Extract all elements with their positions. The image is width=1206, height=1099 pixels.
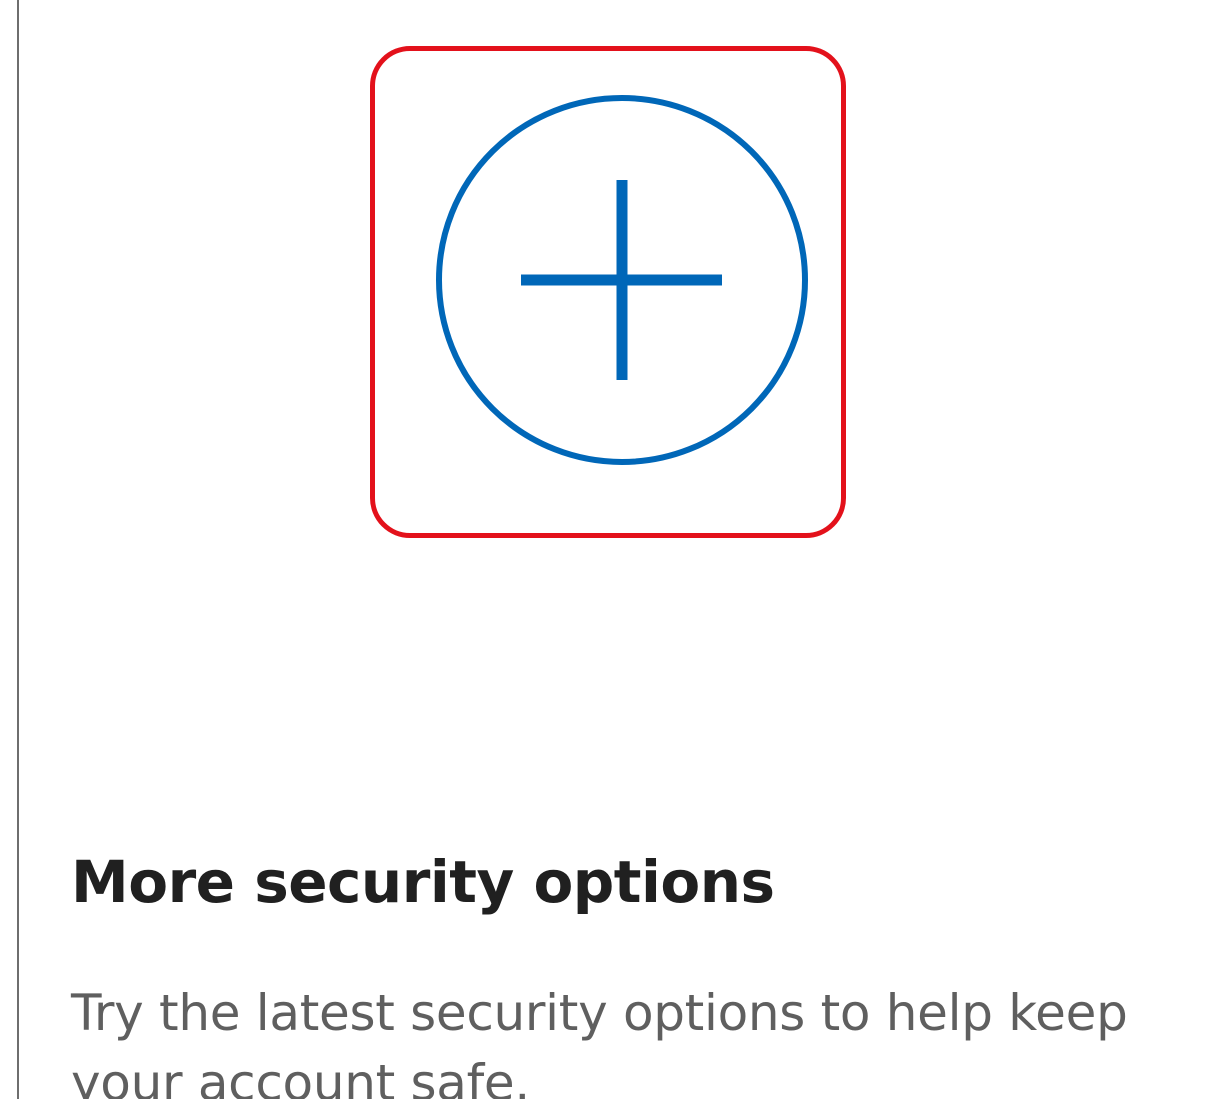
more-security-options-card[interactable]: More security options Try the latest sec… (19, 0, 1206, 1099)
add-circle-icon[interactable] (429, 91, 815, 469)
card-description: Try the latest security options to help … (71, 984, 1128, 1099)
card-title: More security options (71, 848, 775, 916)
